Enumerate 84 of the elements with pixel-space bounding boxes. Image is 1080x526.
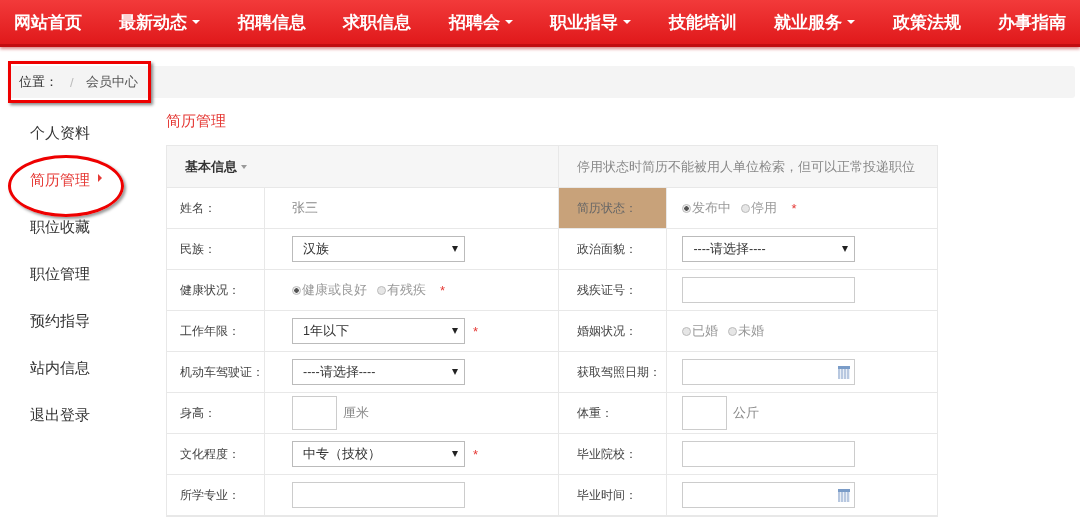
- radio-label: 已婚: [692, 322, 719, 340]
- unit-label: 厘米: [342, 404, 369, 422]
- input-field[interactable]: [682, 396, 728, 430]
- caret-icon: [451, 328, 458, 334]
- radio-option[interactable]: 发布中: [682, 199, 732, 217]
- nav-link[interactable]: 最新动态: [119, 10, 201, 34]
- field-value: 张三: [291, 199, 318, 217]
- radio-label: 有残疾: [386, 281, 426, 299]
- nav-link[interactable]: 就业服务: [774, 10, 856, 34]
- field-label: 获取驾照日期：: [558, 352, 668, 392]
- date-field[interactable]: [682, 482, 856, 508]
- radio-button[interactable]: [291, 285, 301, 295]
- dropdown-field[interactable]: ----请选择----: [682, 236, 856, 262]
- field-label: 文化程度：: [167, 434, 265, 474]
- radio-label: 停用: [751, 199, 778, 217]
- sidebar-item[interactable]: 简历管理: [0, 171, 102, 190]
- field-label: 民族：: [167, 229, 265, 269]
- field-label: 毕业院校：: [558, 434, 668, 474]
- caret-icon: [452, 369, 458, 375]
- sidebar-item[interactable]: 退出登录: [0, 406, 90, 425]
- field-label: 政治面貌：: [558, 229, 668, 269]
- page-title: 简历管理: [166, 111, 227, 131]
- unit-label: 公斤: [733, 404, 760, 422]
- nav-link[interactable]: 网站首页: [14, 10, 82, 34]
- radio-option[interactable]: 未婚: [728, 322, 765, 340]
- nav-link[interactable]: 招聘信息: [237, 10, 306, 34]
- radio-option[interactable]: 有残疾: [376, 281, 426, 299]
- status-note: 停用状态时简历不能被用人单位检索，但可以正常投递职位: [577, 157, 915, 176]
- date-field[interactable]: [682, 359, 856, 385]
- sidebar-item[interactable]: 职位收藏: [0, 218, 90, 237]
- field-label: 婚姻状况：: [558, 311, 668, 351]
- radio-label: 未婚: [738, 322, 765, 340]
- caret-icon: [451, 451, 458, 457]
- required-mark: *: [439, 282, 445, 298]
- caret-icon: [241, 164, 247, 169]
- field-label: 身高：: [167, 393, 265, 433]
- radio-option[interactable]: 已婚: [682, 322, 719, 340]
- input-field[interactable]: [682, 277, 856, 303]
- field-label: 机动车驾驶证：: [167, 352, 265, 392]
- radio-button[interactable]: [682, 203, 692, 213]
- dropdown-field[interactable]: 汉族: [291, 236, 465, 262]
- radio-button[interactable]: [376, 285, 386, 295]
- field-label: 姓名：: [167, 188, 265, 228]
- section-title: 基本信息: [185, 157, 237, 176]
- sidebar-item[interactable]: 个人资料: [0, 124, 90, 143]
- caret-icon: [842, 246, 849, 252]
- breadcrumb-separator: /: [70, 74, 74, 90]
- input-field[interactable]: [291, 396, 337, 430]
- nav-link[interactable]: 技能培训: [668, 10, 737, 34]
- field-label: 简历状态：: [558, 188, 668, 228]
- nav-link[interactable]: 职业指导: [550, 10, 632, 34]
- field-label: 体重：: [558, 393, 668, 433]
- radio-label: 发布中: [692, 199, 732, 217]
- dropdown-field[interactable]: 1年以下: [291, 318, 465, 344]
- field-label: 毕业时间：: [558, 475, 668, 515]
- section-header[interactable]: 基本信息: [167, 146, 559, 187]
- field-label: 工作年限：: [167, 311, 265, 351]
- breadcrumb-label: 位置：: [19, 73, 58, 91]
- input-field[interactable]: [682, 441, 856, 467]
- dropdown-field[interactable]: ----请选择----: [292, 359, 465, 385]
- radio-button[interactable]: [728, 326, 738, 336]
- breadcrumb-link[interactable]: 会员中心: [85, 73, 138, 91]
- radio-option[interactable]: 停用: [741, 199, 778, 217]
- sidebar-item[interactable]: 预约指导: [0, 312, 90, 331]
- nav-link[interactable]: 招聘会: [448, 10, 513, 34]
- calendar-icon: [838, 365, 851, 379]
- required-mark: *: [472, 323, 478, 339]
- field-label: 健康状况：: [167, 270, 265, 310]
- caret-icon: [451, 246, 458, 252]
- dropdown-field[interactable]: 中专（技校）: [291, 441, 465, 467]
- input-field[interactable]: [291, 482, 465, 508]
- radio-button[interactable]: [741, 203, 751, 213]
- nav-link[interactable]: 政策法规: [892, 10, 961, 34]
- field-label: 残疾证号：: [558, 270, 668, 310]
- field-label: 所学专业：: [167, 475, 265, 515]
- required-mark: *: [791, 200, 797, 216]
- nav-link[interactable]: 求职信息: [343, 10, 412, 34]
- required-mark: *: [472, 446, 478, 462]
- sidebar-item[interactable]: 职位管理: [0, 265, 90, 284]
- calendar-icon: [838, 488, 851, 502]
- sidebar-item[interactable]: 站内信息: [0, 359, 90, 378]
- caret-icon: [98, 173, 102, 182]
- radio-button[interactable]: [682, 326, 692, 336]
- nav-link[interactable]: 办事指南: [997, 10, 1066, 34]
